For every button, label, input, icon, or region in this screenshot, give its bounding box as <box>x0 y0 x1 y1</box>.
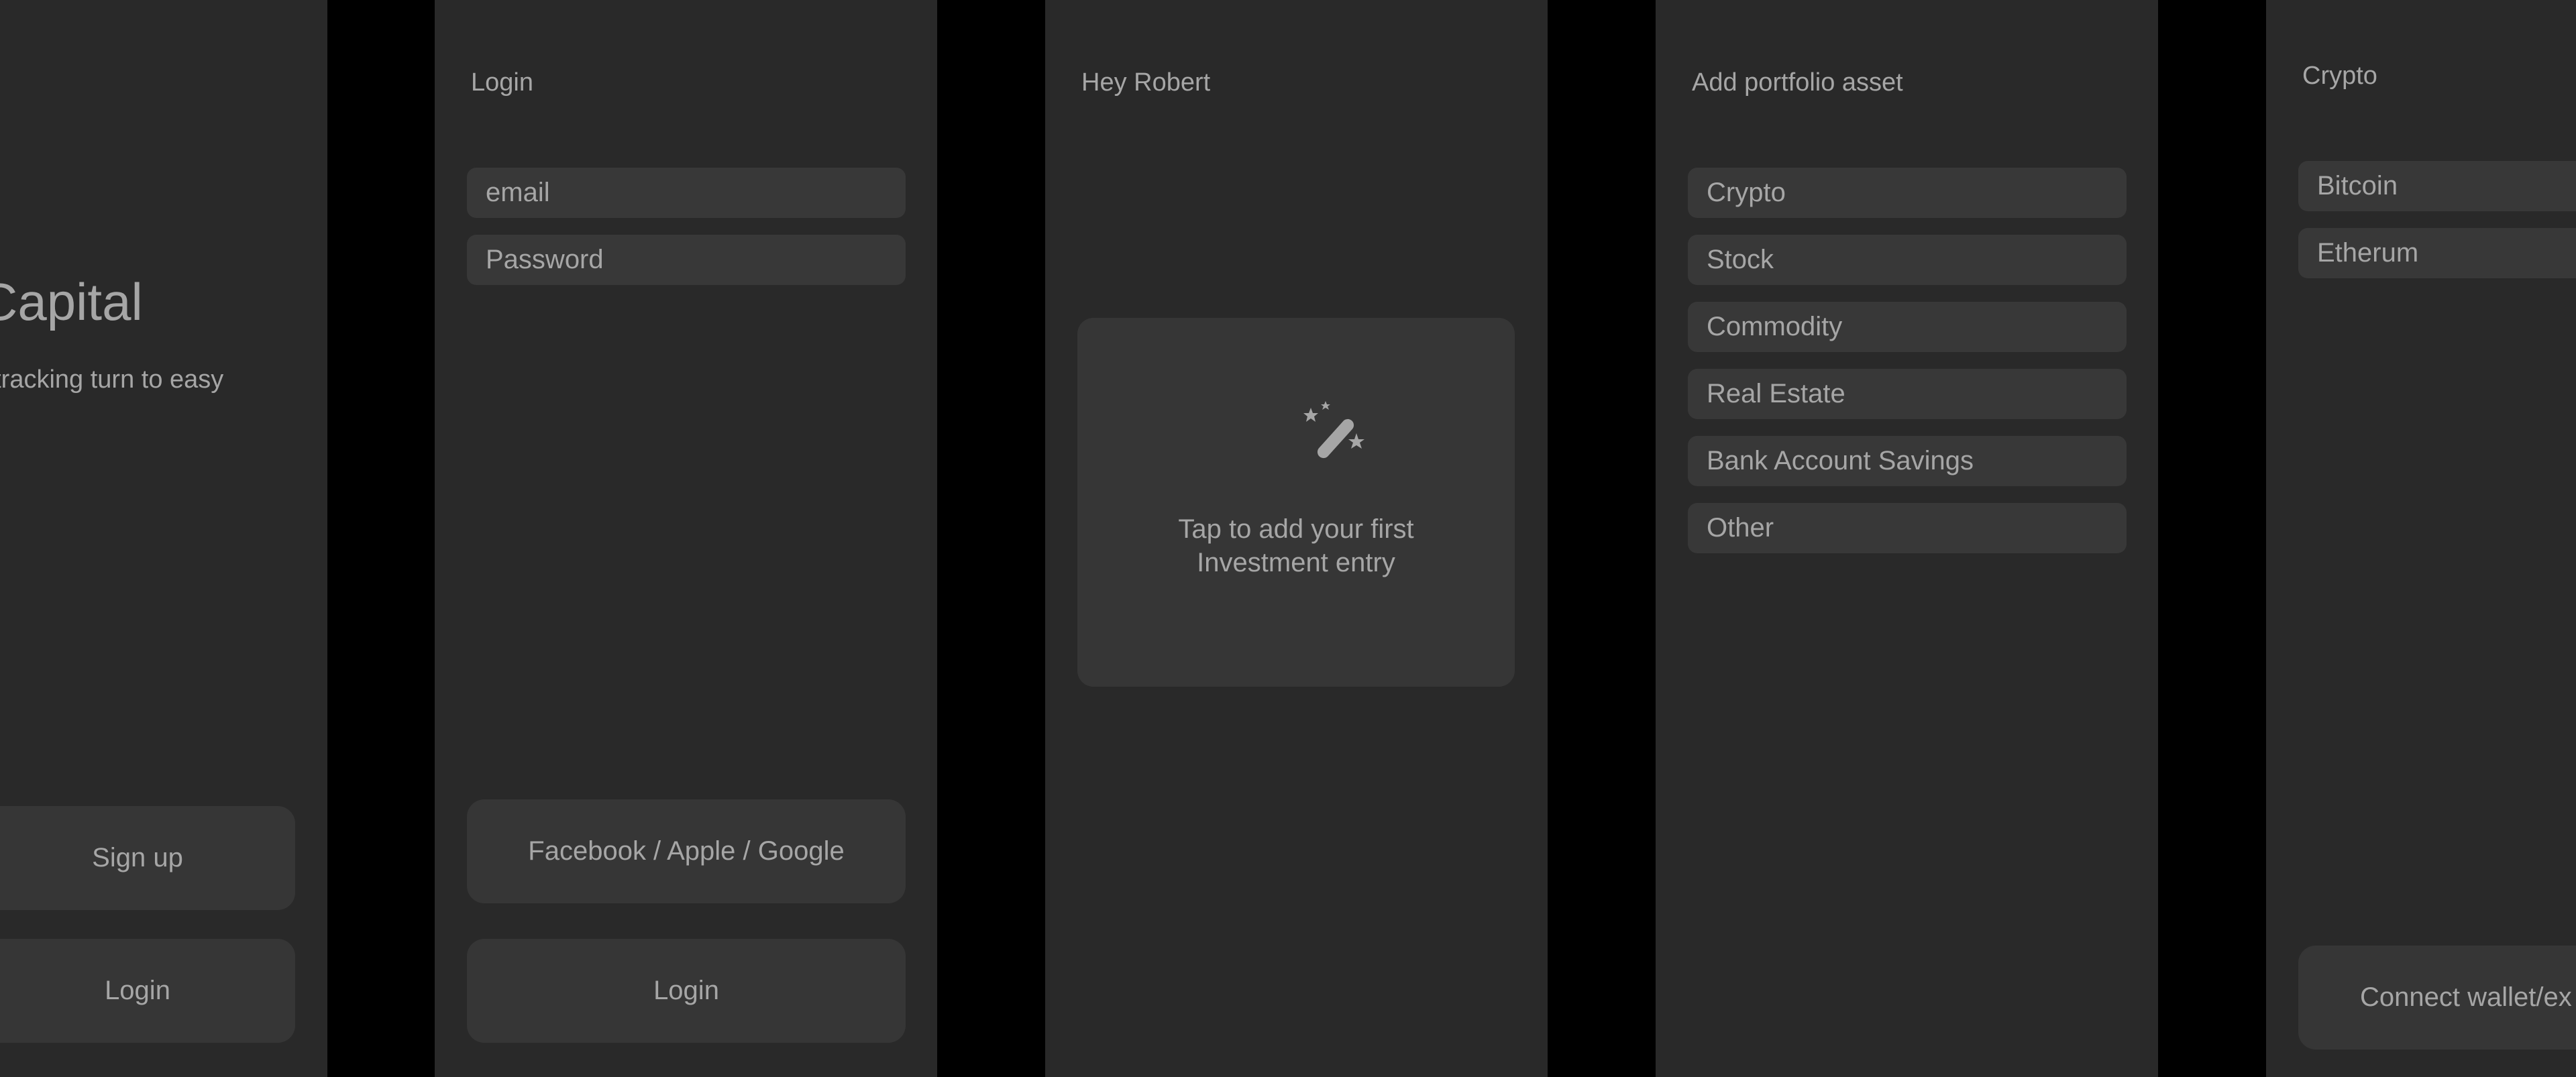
add-first-investment-card[interactable]: Tap to add your first Investment entry <box>1077 318 1515 687</box>
social-login-label: Facebook / Apple / Google <box>528 836 845 866</box>
app-brand-title: Capital <box>0 272 143 331</box>
signup-button[interactable]: Sign up <box>0 806 295 910</box>
login-screen: Login email Password Facebook / Apple / … <box>435 0 937 1077</box>
greeting-title: Hey Robert <box>1081 68 1211 97</box>
crypto-option-etherum[interactable]: Etherum <box>2298 228 2576 278</box>
password-field[interactable]: Password <box>467 235 906 285</box>
crypto-option-label: Etherum <box>2317 238 2419 268</box>
asset-option-crypto[interactable]: Crypto <box>1688 168 2127 218</box>
asset-option-label: Commodity <box>1707 312 1843 341</box>
asset-option-label: Stock <box>1707 245 1774 274</box>
asset-option-label: Other <box>1707 513 1774 543</box>
page-title: Login <box>471 68 533 97</box>
submit-login-button[interactable]: Login <box>467 939 906 1043</box>
crypto-screen: Crypto Bitcoin Etherum Connect wallet/ex <box>2266 0 2576 1077</box>
empty-state-line-2: Investment entry <box>1197 548 1395 577</box>
asset-option-label: Crypto <box>1707 178 1786 207</box>
add-asset-screen: Add portfolio asset Crypto Stock Commodi… <box>1656 0 2158 1077</box>
login-button[interactable]: Login <box>0 939 295 1043</box>
password-placeholder: Password <box>486 245 604 274</box>
social-login-button[interactable]: Facebook / Apple / Google <box>467 799 906 903</box>
crypto-option-bitcoin[interactable]: Bitcoin <box>2298 161 2576 211</box>
empty-state-line-1: Tap to add your first <box>1178 514 1414 544</box>
submit-login-label: Login <box>653 976 719 1005</box>
email-placeholder: email <box>486 178 550 207</box>
asset-option-stock[interactable]: Stock <box>1688 235 2127 285</box>
connect-wallet-button[interactable]: Connect wallet/ex <box>2298 946 2576 1050</box>
page-title: Add portfolio asset <box>1692 68 1903 97</box>
asset-option-bank-savings[interactable]: Bank Account Savings <box>1688 436 2127 486</box>
asset-option-label: Bank Account Savings <box>1707 446 1974 475</box>
login-button-label: Login <box>105 976 170 1005</box>
crypto-option-label: Bitcoin <box>2317 171 2398 201</box>
home-screen: Hey Robert Tap to add your first Investm… <box>1045 0 1548 1077</box>
asset-option-other[interactable]: Other <box>1688 503 2127 553</box>
signup-button-label: Sign up <box>92 843 183 872</box>
magic-wand-icon <box>1303 401 1364 459</box>
asset-option-real-estate[interactable]: Real Estate <box>1688 369 2127 419</box>
page-title: Crypto <box>2302 62 2377 90</box>
empty-state-text: Tap to add your first Investment entry <box>1077 512 1515 579</box>
app-tagline: t tracking turn to easy <box>0 365 224 394</box>
asset-option-label: Real Estate <box>1707 379 1845 408</box>
connect-wallet-label: Connect wallet/ex <box>2360 982 2572 1012</box>
welcome-screen: Capital t tracking turn to easy Sign up … <box>0 0 327 1077</box>
asset-option-commodity[interactable]: Commodity <box>1688 302 2127 352</box>
email-field[interactable]: email <box>467 168 906 218</box>
